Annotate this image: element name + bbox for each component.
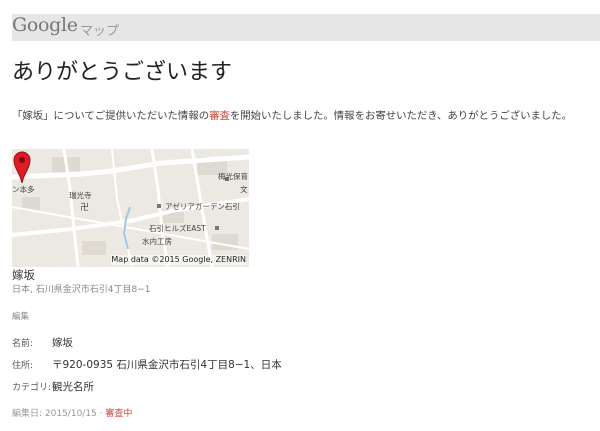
map-thumbnail[interactable]: ン本多 瑞光寺 卍 梅光保育 文 アゼリアガーデン石引 石引ヒルズEAST 水内… [12, 149, 249, 267]
map-label-hills: 石引ヒルズEAST [149, 224, 206, 233]
confirmation-message: 「嫁坂」についてご提供いただいた情報の審査を開始いたしました。情報をお寄せいただ… [12, 108, 572, 124]
google-logo[interactable]: Google [12, 14, 78, 36]
map-label-azalea: アゼリアガーデン石引 [165, 202, 240, 211]
map-label-zuikoji: 瑞光寺 [69, 191, 92, 200]
edit-status-footer: 編集日: 2015/10/15 · 審査中 [12, 408, 132, 420]
map-label-umemitsu: 梅光保育 [218, 172, 248, 181]
place-name[interactable]: 嫁坂 [12, 268, 35, 282]
edit-link[interactable]: 編集 [12, 312, 29, 323]
category-value: 観光名所 [52, 381, 94, 393]
place-address: 日本, 石川県金沢市石引4丁目8−1 [12, 285, 151, 295]
map-label-mizuuchi: 水内工房 [142, 237, 172, 246]
review-link[interactable]: 審査 [209, 110, 230, 122]
page-title: ありがとうございます [12, 60, 233, 85]
status-badge: 審査中 [105, 409, 133, 419]
temple-icon: 卍 [80, 203, 90, 213]
map-label-honda: ン本多 [12, 185, 35, 194]
map-label-bun: 文 [240, 185, 248, 194]
address-label: 住所: [12, 361, 34, 371]
detail-row-name: 名前: 嫁坂 [12, 337, 73, 351]
map-pin-icon [13, 151, 31, 183]
message-text-2: を開始いたしました。情報をお寄せいただき、ありがとうございました。 [229, 110, 573, 122]
address-value: 〒920-0935 石川県金沢市石引4丁目8−1、日本 [52, 359, 282, 371]
edited-date: 2015/10/15 [44, 409, 97, 419]
map-attribution: Map data ©2015 Google, ZENRIN [111, 255, 246, 265]
header-bar: Google マップ [12, 14, 600, 41]
name-value: 嫁坂 [52, 337, 73, 349]
detail-row-address: 住所: 〒920-0935 石川県金沢市石引4丁目8−1、日本 [12, 359, 282, 373]
category-label: カテゴリ: [12, 383, 52, 393]
detail-row-category: カテゴリ: 観光名所 [12, 381, 94, 395]
name-label: 名前: [12, 339, 34, 349]
message-text-1: 「嫁坂」についてご提供いただいた情報の [12, 110, 210, 122]
product-name[interactable]: マップ [80, 24, 119, 40]
edited-prefix: 編集日: [12, 409, 45, 419]
